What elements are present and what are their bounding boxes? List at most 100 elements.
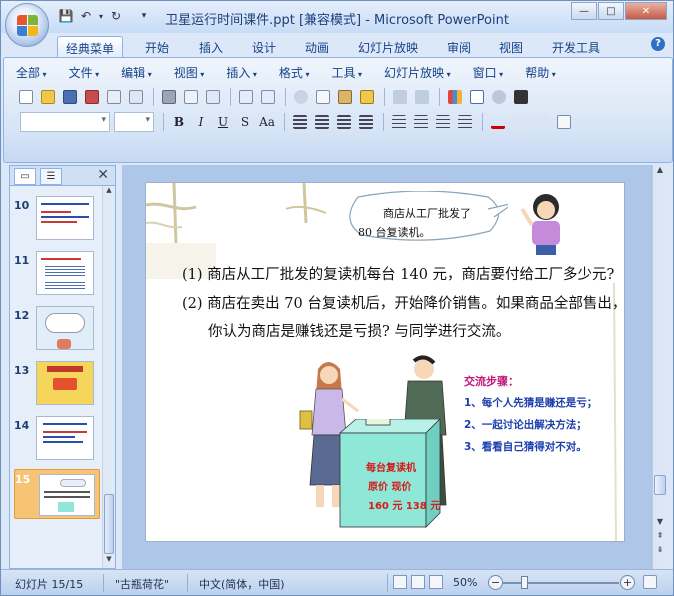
thumbnail-image xyxy=(36,416,94,460)
fit-to-window-icon[interactable] xyxy=(643,575,657,589)
bold-button[interactable]: B xyxy=(169,112,189,132)
align-left-icon[interactable] xyxy=(290,112,310,132)
menu-help[interactable]: 帮助 xyxy=(525,64,556,82)
thumbnails-scrollbar[interactable]: ▲ ▼ xyxy=(102,186,115,568)
bullets-icon[interactable] xyxy=(411,112,431,132)
decrease-font-icon[interactable] xyxy=(532,112,552,132)
scroll-thumb[interactable] xyxy=(654,475,666,495)
slideshow-view-icon[interactable] xyxy=(429,575,443,589)
slide-thumbnail-12[interactable]: 12 xyxy=(14,306,100,358)
normal-view-icon[interactable] xyxy=(393,575,407,589)
slide-thumbnail-15[interactable]: 15 xyxy=(14,469,100,519)
tab-home[interactable]: 开始 xyxy=(137,36,177,57)
align-center-icon[interactable] xyxy=(312,112,332,132)
slide-number: 12 xyxy=(14,309,30,322)
menu-file[interactable]: 文件 xyxy=(69,64,100,82)
format-painter-icon[interactable] xyxy=(357,87,377,107)
menu-slideshow[interactable]: 幻灯片放映 xyxy=(384,64,451,82)
close-button[interactable]: ✕ xyxy=(625,2,667,20)
outline-tab-icon[interactable]: ☰ xyxy=(40,168,62,185)
shadow-button[interactable]: S xyxy=(235,112,255,132)
table-icon[interactable] xyxy=(467,87,487,107)
powerpoint-window: 💾 ↶ ▾ ↻ ▾ 卫星运行时间课件.ppt [兼容模式] - Microsof… xyxy=(0,0,674,596)
help-icon[interactable]: ? xyxy=(651,37,665,51)
copy-icon[interactable] xyxy=(313,87,333,107)
tab-view[interactable]: 视图 xyxy=(491,36,531,57)
tab-review[interactable]: 审阅 xyxy=(439,36,479,57)
slide-scrollbar[interactable]: ▲ ▼ ⇞ ⇟ xyxy=(652,165,667,569)
minimize-button[interactable]: — xyxy=(571,2,597,20)
change-case-button[interactable]: Aa xyxy=(257,112,277,132)
font-size-combo[interactable] xyxy=(114,112,154,132)
print-icon[interactable] xyxy=(159,87,179,107)
scroll-thumb[interactable] xyxy=(104,494,114,554)
color-grayscale-icon[interactable] xyxy=(511,87,531,107)
language-indicator[interactable]: 中文(简体，中国) xyxy=(199,576,285,592)
scroll-down-icon[interactable]: ▼ xyxy=(103,555,115,568)
menu-all[interactable]: 全部 xyxy=(16,64,47,82)
undo-icon[interactable] xyxy=(390,87,410,107)
permission-icon[interactable] xyxy=(82,87,102,107)
zoom-slider-knob[interactable] xyxy=(520,576,528,589)
tab-animations[interactable]: 动画 xyxy=(297,36,337,57)
cut-icon[interactable] xyxy=(291,87,311,107)
email-icon[interactable] xyxy=(104,87,124,107)
justify-icon[interactable] xyxy=(356,112,376,132)
scroll-down-icon[interactable]: ▼ xyxy=(653,517,667,530)
tab-developer[interactable]: 开发工具 xyxy=(544,36,608,57)
slide-thumbnail-13[interactable]: 13 xyxy=(14,361,100,413)
scroll-up-icon[interactable]: ▲ xyxy=(103,186,115,199)
slide-thumbnail-10[interactable]: 10 xyxy=(14,196,100,248)
menu-edit[interactable]: 编辑 xyxy=(121,64,152,82)
slide-sorter-view-icon[interactable] xyxy=(411,575,425,589)
scroll-up-icon[interactable]: ▲ xyxy=(653,165,667,178)
tab-design[interactable]: 设计 xyxy=(244,36,284,57)
new-icon[interactable] xyxy=(16,87,36,107)
redo-icon[interactable] xyxy=(412,87,432,107)
slide-thumbnail-11[interactable]: 11 xyxy=(14,251,100,303)
current-slide[interactable]: 商店从工厂批发了 80 台复读机。 (1) 商店从工厂批发的复读机每台 140 … xyxy=(145,182,625,542)
window-controls: — □ ✕ xyxy=(571,2,667,20)
office-button[interactable] xyxy=(5,3,49,47)
classic-menu-bar: 全部 文件 编辑 视图 插入 格式 工具 幻灯片放映 窗口 帮助 xyxy=(16,64,578,82)
paste-icon[interactable] xyxy=(335,87,355,107)
slides-pane: ▭ ☰ ✕ 10 11 12 13 14 15 ▲ ▼ xyxy=(9,165,116,569)
menu-insert[interactable]: 插入 xyxy=(226,64,257,82)
save-icon[interactable] xyxy=(60,87,80,107)
tab-insert[interactable]: 插入 xyxy=(191,36,231,57)
decrease-indent-icon[interactable] xyxy=(433,112,453,132)
numbering-icon[interactable] xyxy=(389,112,409,132)
tab-classic-menu[interactable]: 经典菜单 xyxy=(57,36,124,57)
maximize-button[interactable]: □ xyxy=(598,2,624,20)
new-slide-icon[interactable] xyxy=(554,112,574,132)
menu-tools[interactable]: 工具 xyxy=(331,64,362,82)
menu-format[interactable]: 格式 xyxy=(279,64,310,82)
chart-icon[interactable] xyxy=(445,87,465,107)
spelling-icon[interactable] xyxy=(236,87,256,107)
preview-icon[interactable] xyxy=(181,87,201,107)
zoom-level[interactable]: 50% xyxy=(453,576,477,589)
underline-button[interactable]: U xyxy=(213,112,233,132)
thumbnail-image xyxy=(36,306,94,350)
slides-tab-icon[interactable]: ▭ xyxy=(14,168,36,185)
hyperlink-icon[interactable] xyxy=(489,87,509,107)
next-slide-icon[interactable]: ⇟ xyxy=(653,545,667,558)
zoom-in-icon[interactable]: + xyxy=(620,575,635,590)
italic-button[interactable]: I xyxy=(191,112,211,132)
thesaurus-icon[interactable] xyxy=(258,87,278,107)
align-right-icon[interactable] xyxy=(334,112,354,132)
print-preview-icon[interactable] xyxy=(126,87,146,107)
research-icon[interactable] xyxy=(203,87,223,107)
zoom-out-icon[interactable]: − xyxy=(488,575,503,590)
pane-close-icon[interactable]: ✕ xyxy=(97,167,109,183)
font-name-combo[interactable] xyxy=(20,112,110,132)
menu-window[interactable]: 窗口 xyxy=(473,64,504,82)
previous-slide-icon[interactable]: ⇞ xyxy=(653,531,667,544)
tab-slideshow[interactable]: 幻灯片放映 xyxy=(350,36,426,57)
increase-indent-icon[interactable] xyxy=(455,112,475,132)
increase-font-icon[interactable] xyxy=(510,112,530,132)
slide-thumbnail-14[interactable]: 14 xyxy=(14,416,100,468)
open-icon[interactable] xyxy=(38,87,58,107)
font-color-icon[interactable] xyxy=(488,112,508,132)
menu-view[interactable]: 视图 xyxy=(174,64,205,82)
